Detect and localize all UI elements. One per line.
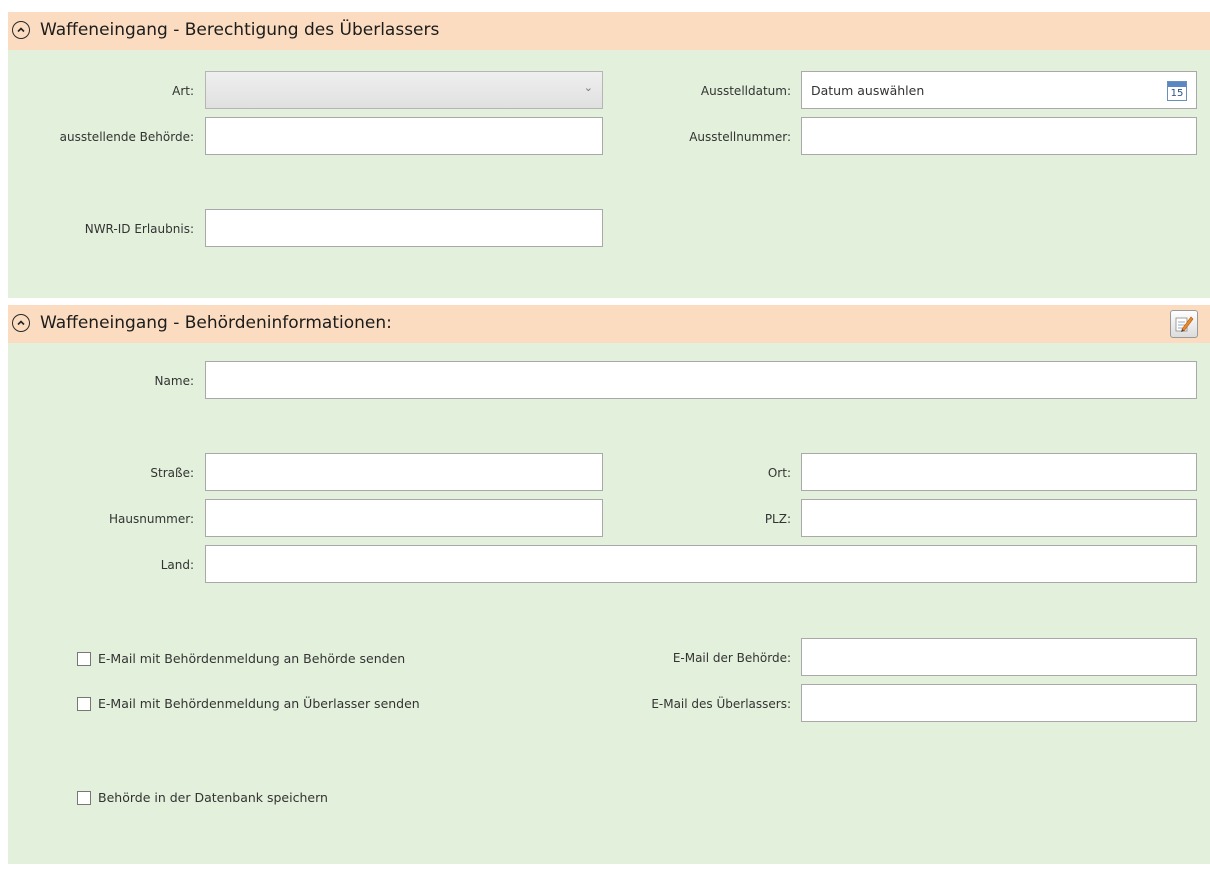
land-label: Land: (160, 558, 194, 572)
save-db-checkbox[interactable] (77, 790, 91, 805)
calendar-day: 15 (1170, 88, 1184, 99)
email-behoerde-checkbox-row[interactable]: E-Mail mit Behördenmeldung an Behörde se… (77, 651, 405, 666)
edit-pencil-icon (1175, 316, 1194, 332)
email-behoerde-label: E-Mail der Behörde: (672, 651, 791, 665)
ort-label: Ort: (767, 466, 791, 480)
save-db-checkbox-row[interactable]: Behörde in der Datenbank speichern (77, 790, 328, 805)
ausstelldatum-datepicker[interactable]: Datum auswählen 15 (801, 71, 1197, 109)
strasse-label: Straße: (150, 466, 194, 480)
art-label: Art: (172, 84, 194, 98)
email-behoerde-input[interactable] (801, 638, 1197, 676)
art-dropdown[interactable]: ⌄ (205, 71, 603, 109)
collapse-chevron-up-icon[interactable] (12, 314, 30, 332)
collapse-chevron-up-icon[interactable] (12, 21, 30, 39)
ausstelldatum-label: Ausstelldatum: (700, 84, 791, 98)
save-db-checkbox-label: Behörde in der Datenbank speichern (98, 790, 328, 805)
plz-label: PLZ: (764, 512, 791, 526)
email-ueberlasser-checkbox-row[interactable]: E-Mail mit Behördenmeldung an Überlasser… (77, 696, 420, 711)
email-ueberlasser-input[interactable] (801, 684, 1197, 722)
email-ueberlasser-checkbox[interactable] (77, 696, 91, 711)
calendar-icon[interactable]: 15 (1167, 81, 1187, 101)
ausstelldatum-placeholder: Datum auswählen (811, 83, 925, 98)
section-header-behoerdeninformationen: Waffeneingang - Behördeninformationen: (8, 305, 1210, 343)
nwr-id-input[interactable] (205, 209, 603, 247)
section-body-behoerdeninformationen (8, 343, 1210, 864)
name-input[interactable] (205, 361, 1197, 399)
ausstellende-behoerde-input[interactable] (205, 117, 603, 155)
hausnummer-input[interactable] (205, 499, 603, 537)
section-title: Waffeneingang - Berechtigung des Überlas… (40, 20, 440, 40)
ort-input[interactable] (801, 453, 1197, 491)
ausstellnummer-input[interactable] (801, 117, 1197, 155)
hausnummer-label: Hausnummer: (109, 512, 194, 526)
nwr-id-label: NWR-ID Erlaubnis: (84, 222, 194, 236)
edit-button[interactable] (1170, 310, 1198, 338)
section-title: Waffeneingang - Behördeninformationen: (40, 313, 392, 333)
name-label: Name: (154, 374, 194, 388)
ausstellnummer-label: Ausstellnummer: (689, 130, 791, 144)
email-ueberlasser-checkbox-label: E-Mail mit Behördenmeldung an Überlasser… (98, 696, 420, 711)
strasse-input[interactable] (205, 453, 603, 491)
plz-input[interactable] (801, 499, 1197, 537)
email-behoerde-checkbox[interactable] (77, 651, 91, 666)
email-behoerde-checkbox-label: E-Mail mit Behördenmeldung an Behörde se… (98, 651, 406, 666)
email-ueberlasser-label: E-Mail des Überlassers: (651, 697, 791, 711)
land-input[interactable] (205, 545, 1197, 583)
ausstellende-behoerde-label: ausstellende Behörde: (59, 130, 194, 144)
chevron-down-icon: ⌄ (583, 81, 593, 94)
section-header-berechtigung: Waffeneingang - Berechtigung des Überlas… (8, 12, 1210, 50)
